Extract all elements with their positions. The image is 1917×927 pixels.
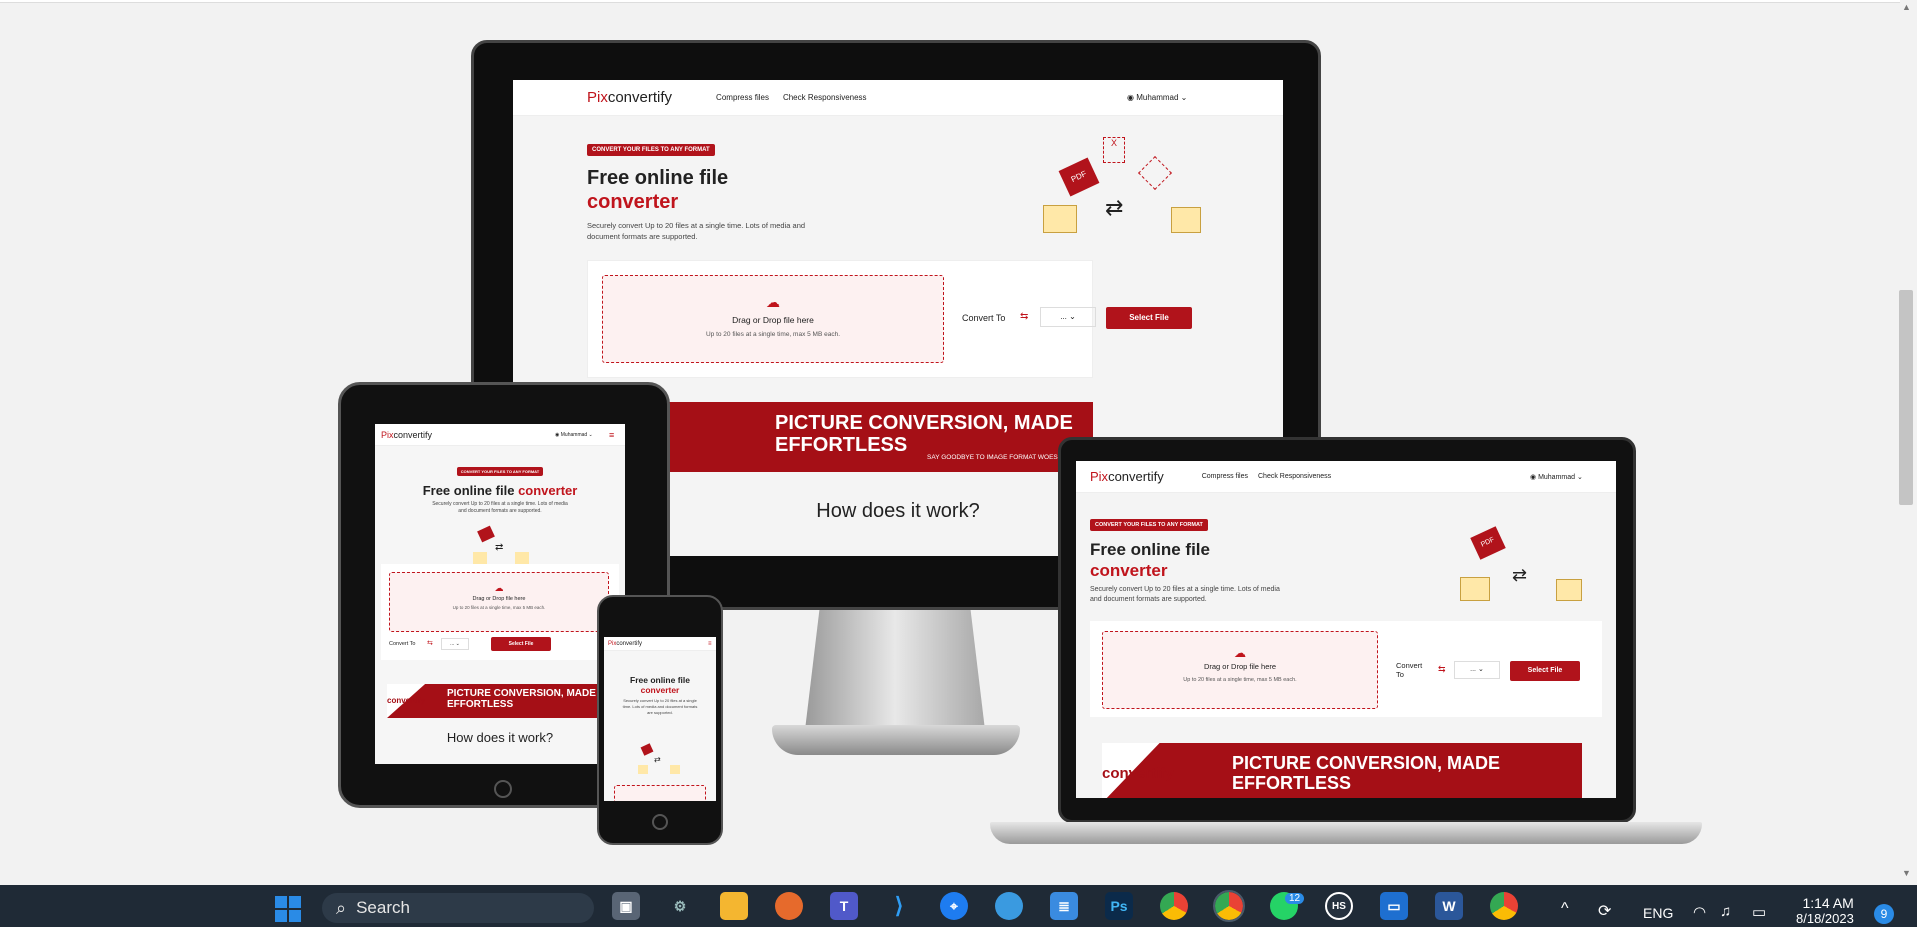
maps-icon[interactable]: ⌖ — [940, 892, 968, 920]
volume-icon[interactable]: ♫ — [1720, 903, 1731, 920]
laptop-screen: Pixconvertify Compress files Check Respo… — [1076, 461, 1616, 798]
hs-app-icon[interactable]: HS — [1325, 892, 1353, 920]
taskbar-search[interactable]: ⌕ Search — [322, 893, 594, 923]
convert-to-label: Convert To — [962, 313, 1006, 323]
hero-subtitle: Securely convert Up to 20 files at a sin… — [587, 221, 806, 241]
elephant-app-icon[interactable] — [995, 892, 1023, 920]
format-select[interactable]: ... ⌄ — [1040, 307, 1096, 327]
laptop-banner: convertify PICTURE CONVERSION, MADE EFFOR… — [1102, 743, 1582, 798]
teams-icon[interactable]: T — [830, 892, 858, 920]
laptop-nav-responsive[interactable]: Check Responsiveness — [1258, 473, 1331, 480]
file-explorer-icon[interactable] — [720, 892, 748, 920]
search-placeholder: Search — [356, 898, 410, 917]
laptop-select-file-button[interactable]: Select File — [1510, 661, 1580, 681]
scroll-down-icon[interactable]: ▼ — [1902, 868, 1911, 878]
clock[interactable]: 1:14 AM 8/18/2023 — [1796, 895, 1854, 926]
firefox-icon[interactable] — [775, 892, 803, 920]
tablet-home-button — [494, 780, 512, 798]
tray-overflow-icon[interactable]: ^ — [1561, 900, 1569, 918]
nav-compress-link[interactable]: Compress files — [716, 93, 769, 102]
phone-home-button — [652, 814, 668, 830]
laptop-illustration: PDF ⇄ — [1460, 517, 1590, 607]
notepad-icon[interactable]: ≣ — [1050, 892, 1078, 920]
tablet-menu-icon[interactable]: ≡ — [609, 430, 614, 440]
chrome-profile-icon[interactable] — [1213, 890, 1245, 922]
hero-title: Free online file converter — [587, 167, 729, 213]
swap-icon: ⇆ — [1020, 311, 1029, 322]
search-icon: ⌕ — [336, 897, 347, 918]
app-window-icon[interactable]: ▭ — [1380, 892, 1408, 920]
laptop-subtitle: Securely convert Up to 20 files at a sin… — [1090, 586, 1280, 603]
dropzone-subtitle: Up to 20 files at a single time, max 5 M… — [705, 331, 841, 338]
wifi-icon[interactable]: ◠ — [1693, 903, 1706, 921]
battery-icon[interactable]: ▭ — [1752, 903, 1766, 921]
site-logo[interactable]: Pixconvertify — [587, 89, 672, 106]
word-icon[interactable]: W — [1435, 892, 1463, 920]
language-indicator[interactable]: ENG — [1643, 905, 1673, 921]
tablet-how-heading: How does it work? — [446, 730, 554, 745]
tablet-dropzone[interactable]: ☁ Drag or Drop file here Up to 20 files … — [389, 572, 609, 632]
top-border — [0, 0, 1900, 3]
cloud-upload-icon: ☁ — [766, 294, 780, 310]
laptop-user-menu[interactable]: ◉ Muhammad ⌄ — [1530, 473, 1583, 481]
laptop-dropzone[interactable]: ☁ Drag or Drop file here Up to 20 files … — [1102, 631, 1378, 709]
scrollbar-thumb[interactable] — [1899, 290, 1913, 505]
laptop-nav-compress[interactable]: Compress files — [1202, 473, 1248, 480]
laptop-badge: Convert your files to any format — [1090, 519, 1208, 531]
tablet-illustration: ⇄ — [471, 520, 531, 568]
vscode-icon[interactable]: ⟩ — [885, 892, 913, 920]
phone-dropzone[interactable] — [614, 785, 706, 801]
phone-screen: Pixconvertify ≡ Free online file converte… — [604, 637, 716, 801]
task-view-icon[interactable]: ▣ — [612, 892, 640, 920]
nav-responsive-link[interactable]: Check Responsiveness — [783, 93, 867, 102]
whatsapp-badge: 12 — [1285, 893, 1305, 904]
chrome-icon[interactable] — [1160, 892, 1188, 920]
laptop-title: Free online file converter — [1090, 540, 1210, 580]
tablet-select-file-button[interactable]: Select File — [491, 637, 551, 651]
scroll-up-icon[interactable]: ▲ — [1902, 2, 1911, 12]
laptop-logo[interactable]: Pixconvertify — [1090, 469, 1164, 484]
monitor-base — [772, 725, 1020, 755]
laptop-base — [990, 822, 1702, 844]
settings-icon[interactable]: ⚙ — [666, 892, 694, 920]
hero-illustration: PDF ⇄ X — [1043, 135, 1203, 245]
chrome-user-icon[interactable] — [1490, 892, 1518, 920]
tablet-banner: convertify PICTURE CONVERSION, MADE EFFOR… — [387, 684, 625, 718]
hero-badge: Convert your files to any format — [587, 144, 715, 156]
dropzone[interactable]: ☁ Drag or Drop file here Up to 20 files … — [602, 275, 944, 363]
user-icon: ◉ — [1127, 93, 1137, 102]
select-file-button[interactable]: Select File — [1106, 307, 1192, 329]
laptop-upload-card: ☁ Drag or Drop file here Up to 20 files … — [1090, 621, 1602, 717]
upload-card: ☁ Drag or Drop file here Up to 20 files … — [587, 260, 1192, 378]
start-button[interactable] — [275, 896, 301, 922]
sync-icon[interactable]: ⟳ — [1598, 901, 1611, 921]
notification-badge[interactable]: 9 — [1874, 904, 1894, 924]
laptop-format-select[interactable]: ... ⌄ — [1454, 661, 1500, 679]
dropzone-title: Drag or Drop file here — [732, 315, 814, 325]
user-menu[interactable]: ◉ Muhammad ⌄ — [1127, 93, 1187, 102]
photoshop-icon[interactable]: Ps — [1105, 892, 1133, 920]
monitor-stand — [805, 610, 985, 730]
tablet-screen: Pixconvertify ◉ Muhammad ⌄ ≡ Convert you… — [375, 424, 625, 764]
laptop-convert-to: Convert To — [1396, 661, 1423, 679]
